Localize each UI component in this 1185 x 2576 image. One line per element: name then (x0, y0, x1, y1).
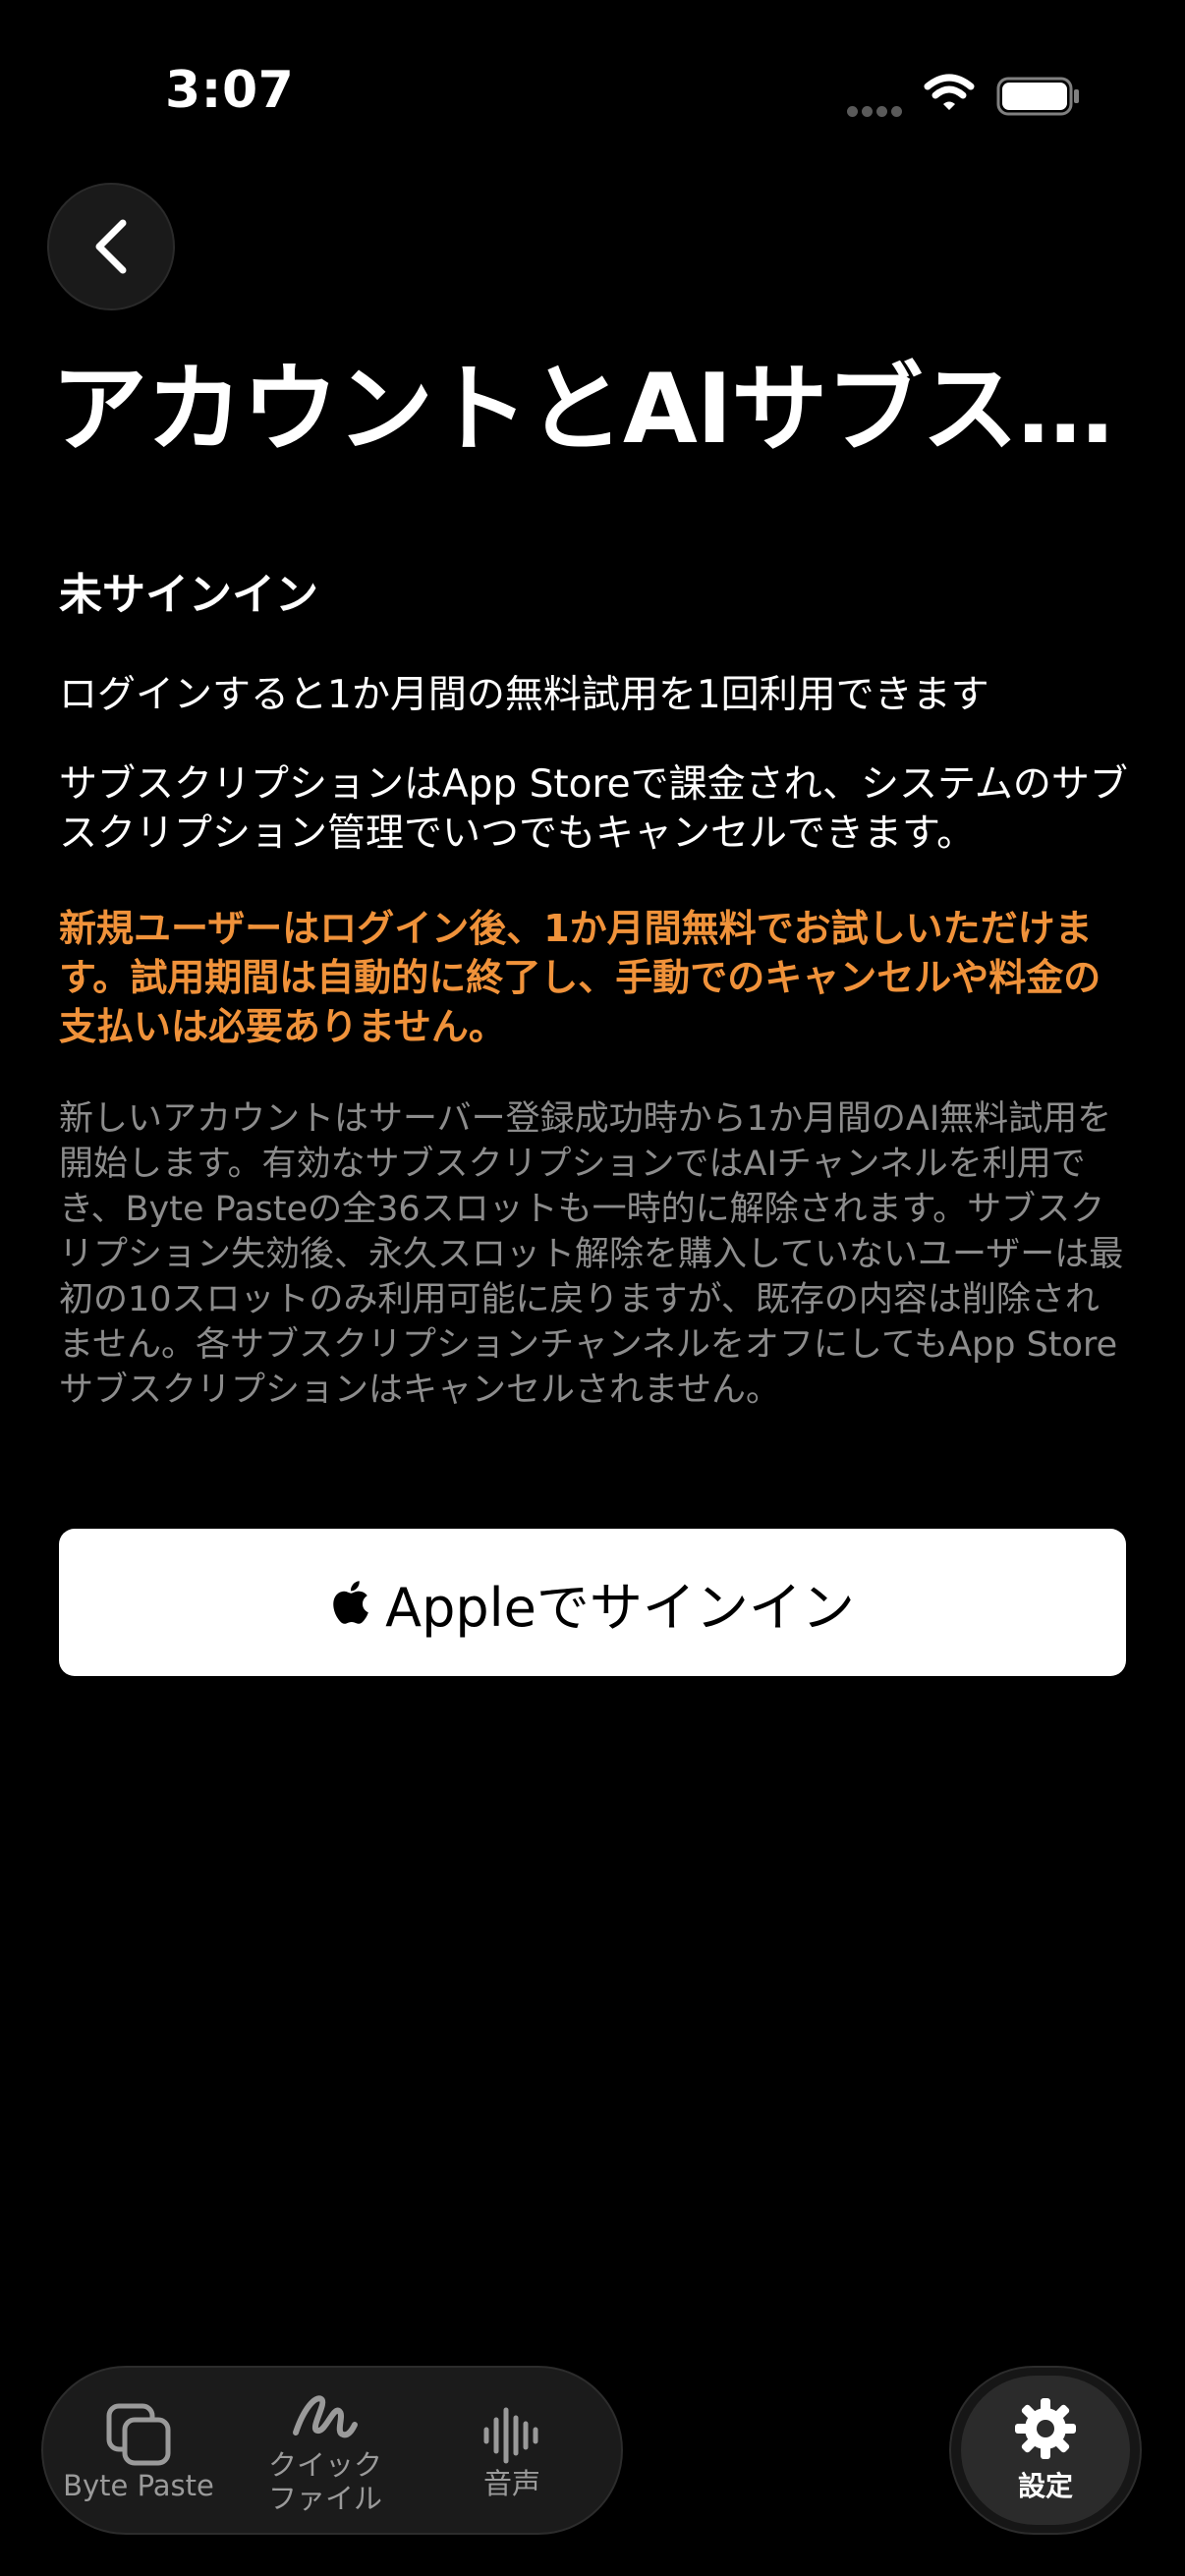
tab-quick-file[interactable]: クイック ファイル (232, 2368, 419, 2537)
page-title: アカウントとAIサブス… (51, 354, 1113, 466)
waveform-icon (483, 2407, 538, 2464)
tab-label: Byte Paste (63, 2469, 214, 2502)
tab-label: クイック ファイル (267, 2448, 382, 2515)
subscription-info: サブスクリプションはApp Storeで課金され、システムのサブスクリプション管… (59, 762, 1128, 856)
status-time: 3:07 (165, 61, 295, 120)
apple-signin-button[interactable]: Appleでサインイン (59, 1529, 1126, 1676)
settings-selected-indicator: 設定 (961, 2376, 1130, 2525)
promo-notice: 新規ユーザーはログイン後、1か月間無料でお試しいただけます。試用期間は自動的に終… (59, 907, 1101, 1048)
account-content: 未サインイン ログインすると1か月間の無料試用を1回利用できます サブスクリプシ… (59, 560, 1130, 1413)
trial-info: ログインすると1か月間の無料試用を1回利用できます (59, 673, 989, 717)
signin-status: 未サインイン (59, 570, 318, 620)
tab-label: 音声 (482, 2467, 540, 2500)
tab-settings[interactable]: 設定 (949, 2366, 1142, 2535)
tab-bar: Byte Paste クイック ファイル 音声 (41, 2366, 623, 2535)
status-bar: 3:07 (0, 0, 1185, 157)
cellular-signal-icon (847, 102, 910, 117)
copy-icon (106, 2403, 171, 2466)
tab-byte-paste[interactable]: Byte Paste (45, 2368, 232, 2537)
battery-icon (996, 77, 1079, 116)
scribble-icon (293, 2395, 358, 2438)
fine-print: 新しいアカウントはサーバー登録成功時から1か月間のAI無料試用を開始します。有効… (59, 1099, 1124, 1410)
apple-icon (333, 1581, 368, 1624)
apple-signin-label: Appleでサインイン (385, 1576, 855, 1639)
wifi-icon (924, 74, 975, 110)
chevron-left-icon (95, 219, 127, 274)
tab-voice[interactable]: 音声 (419, 2368, 605, 2537)
tab-label: 設定 (1017, 2470, 1073, 2502)
gear-icon (1015, 2398, 1076, 2459)
back-button[interactable] (47, 183, 175, 310)
